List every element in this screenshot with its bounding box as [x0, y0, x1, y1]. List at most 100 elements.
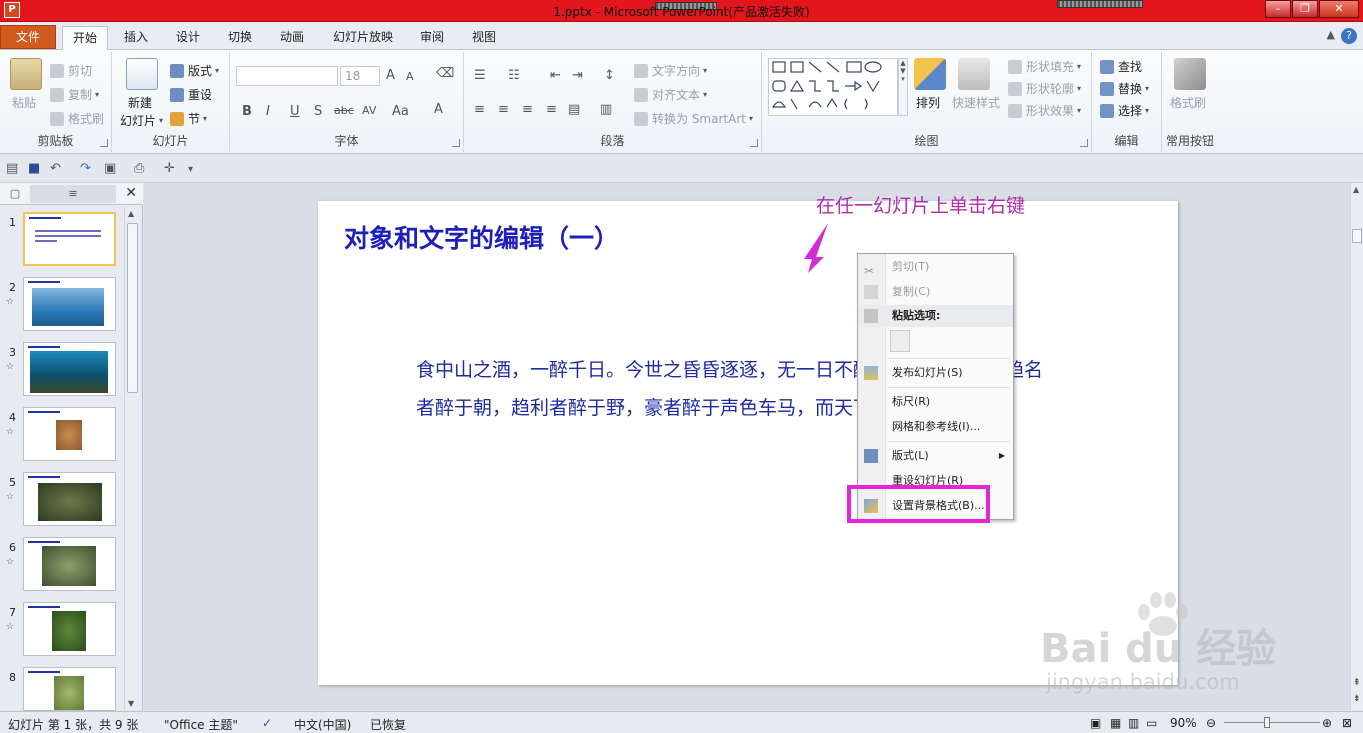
editor-scroll-thumb[interactable] [1352, 229, 1362, 243]
slide-thumbnail-6[interactable] [23, 537, 116, 591]
restore-button[interactable]: ❐ [1292, 0, 1318, 18]
common-format-painter-button[interactable]: 格式刷 [1170, 94, 1206, 111]
slide-thumbnail-4[interactable] [23, 407, 116, 461]
layout-button[interactable]: 版式 ▾ [170, 62, 219, 79]
editor-scroll-up-icon[interactable]: ▲ [1353, 185, 1359, 194]
help-icon[interactable]: ? [1341, 28, 1357, 44]
shape-effects-button[interactable]: 形状效果 ▾ [1008, 102, 1081, 119]
tab-slideshow[interactable]: 幻灯片放映 [326, 26, 400, 50]
slideshow-view-icon[interactable]: ▭ [1146, 716, 1157, 730]
slide-thumbnail-row[interactable]: 3 ☆ [0, 342, 122, 404]
decrease-indent-icon[interactable]: ⇤ [550, 68, 561, 83]
font-size-field[interactable]: 18 [340, 66, 380, 86]
strikethrough-button[interactable]: abc [334, 104, 354, 117]
line-spacing-icon[interactable]: ↕ [604, 68, 615, 83]
quick-styles-button[interactable]: 快速样式 [952, 94, 1000, 111]
save-icon[interactable]: ■ [28, 161, 40, 176]
start-from-beginning-icon[interactable]: ▣ [104, 161, 116, 176]
tab-home[interactable]: 开始 [62, 26, 108, 51]
scroll-up-icon[interactable]: ▲ [128, 209, 134, 218]
format-painter-button[interactable]: 格式刷 [50, 110, 104, 127]
clipboard-launcher-icon[interactable] [100, 139, 108, 147]
paste-button[interactable]: 粘贴 [12, 94, 36, 111]
theme-status[interactable]: "Office 主题" [164, 716, 238, 733]
drag-handle-icon[interactable]: ▤ [6, 161, 18, 176]
menu-item-grid-guides[interactable]: 网格和参考线(I)... [858, 416, 1013, 438]
columns-icon[interactable]: ▥ [600, 102, 612, 117]
new-slide-button[interactable]: 幻灯片 ▾ [120, 112, 163, 129]
print-icon[interactable]: ⎙ [134, 161, 144, 176]
bullets-icon[interactable]: ☰ [474, 68, 486, 83]
close-panel-icon[interactable]: ✕ [125, 185, 137, 201]
slide-thumbnail-8[interactable] [23, 667, 116, 711]
replace-button[interactable]: 替换 ▾ [1100, 80, 1149, 97]
italic-button[interactable]: I [266, 104, 270, 119]
bold-button[interactable]: B [242, 104, 252, 119]
shapes-gallery-more-icon[interactable]: ▲ ▼ ▾ [898, 58, 908, 116]
arrange-button[interactable]: 排列 [916, 94, 940, 111]
undo-icon[interactable]: ↶ [50, 161, 61, 176]
menu-item-publish-slides[interactable]: 发布幻灯片(S) [858, 362, 1013, 384]
slide-title[interactable]: 对象和文字的编辑（一） [344, 219, 619, 255]
tab-review[interactable]: 审阅 [412, 26, 452, 50]
fit-to-window-icon[interactable]: ⊠ [1342, 716, 1352, 730]
customize-qat-icon[interactable]: ▾ [188, 164, 193, 175]
redo-icon[interactable]: ↷ [80, 161, 91, 176]
paragraph-launcher-icon[interactable] [750, 139, 758, 147]
drawing-launcher-icon[interactable] [1080, 139, 1088, 147]
shape-fill-button[interactable]: 形状填充 ▾ [1008, 58, 1081, 75]
slides-tab-icon[interactable]: ▢ [2, 185, 28, 203]
change-case-button[interactable]: Aa [392, 104, 409, 119]
tab-transitions[interactable]: 切换 [220, 26, 260, 50]
align-text-button[interactable]: 对齐文本 ▾ [634, 86, 707, 103]
reset-button[interactable]: 重设 [170, 86, 212, 103]
shrink-font-button[interactable]: A [406, 70, 414, 83]
minimize-button[interactable]: – [1265, 0, 1291, 18]
tab-insert[interactable]: 插入 [116, 26, 156, 50]
increase-indent-icon[interactable]: ⇥ [572, 68, 583, 83]
font-launcher-icon[interactable] [452, 139, 460, 147]
copy-button[interactable]: 复制 ▾ [50, 86, 99, 103]
collapse-ribbon-icon[interactable]: ▲ [1327, 28, 1335, 41]
language-status[interactable]: 中文(中国) [294, 716, 351, 733]
crop-icon[interactable]: ✛ [164, 161, 175, 176]
zoom-slider[interactable] [1224, 722, 1320, 723]
justify-icon[interactable]: ≡ [546, 102, 557, 117]
slide-sorter-icon[interactable]: ▦ [1110, 716, 1121, 730]
clear-format-icon[interactable]: ⌫ [436, 66, 454, 81]
menu-item-ruler[interactable]: 标尺(R) [858, 391, 1013, 413]
slide-thumbnail-row[interactable]: 4 ☆ [0, 407, 122, 469]
slide-thumbnail-row[interactable]: 6 ☆ [0, 537, 122, 599]
font-color-button[interactable]: A [434, 102, 443, 117]
smartart-button[interactable]: 转换为 SmartArt ▾ [634, 110, 753, 127]
paste-option-icon[interactable] [890, 330, 910, 352]
slide-thumbnail-row[interactable]: 7 ☆ [0, 602, 122, 664]
char-spacing-button[interactable]: AV [362, 104, 376, 117]
select-button[interactable]: 选择 ▾ [1100, 102, 1149, 119]
distribute-icon[interactable]: ▤ [568, 102, 580, 117]
shapes-gallery[interactable] [768, 58, 898, 116]
align-center-icon[interactable]: ≡ [498, 102, 509, 117]
slide-panel-scroll-thumb[interactable] [127, 223, 138, 393]
previous-slide-icon[interactable]: ⇞ [1353, 678, 1361, 688]
cut-button[interactable]: 剪切 [50, 62, 92, 79]
zoom-out-icon[interactable]: ⊖ [1206, 716, 1216, 730]
slide-thumbnail-1[interactable] [23, 212, 116, 266]
underline-button[interactable]: U [290, 104, 300, 119]
tab-view[interactable]: 视图 [464, 26, 504, 50]
reading-view-icon[interactable]: ▥ [1128, 716, 1139, 730]
zoom-level[interactable]: 90% [1170, 716, 1197, 730]
next-slide-icon[interactable]: ⇟ [1353, 694, 1361, 704]
slide-thumbnail-row[interactable]: 5 ☆ [0, 472, 122, 534]
tab-design[interactable]: 设计 [168, 26, 208, 50]
close-button[interactable]: ✕ [1319, 0, 1359, 18]
menu-item-copy[interactable]: 复制(C) [858, 281, 1013, 303]
editor-scrollbar[interactable]: ▲ ⇞ ⇟ [1350, 183, 1363, 710]
align-left-icon[interactable]: ≡ [474, 102, 485, 117]
slide-thumbnail-3[interactable] [23, 342, 116, 396]
new-slide-label-1[interactable]: 新建 [128, 94, 152, 111]
slide-thumbnail-7[interactable] [23, 602, 116, 656]
spellcheck-icon[interactable]: ✓ [262, 716, 272, 730]
tab-animations[interactable]: 动画 [272, 26, 312, 50]
shape-outline-button[interactable]: 形状轮廓 ▾ [1008, 80, 1081, 97]
